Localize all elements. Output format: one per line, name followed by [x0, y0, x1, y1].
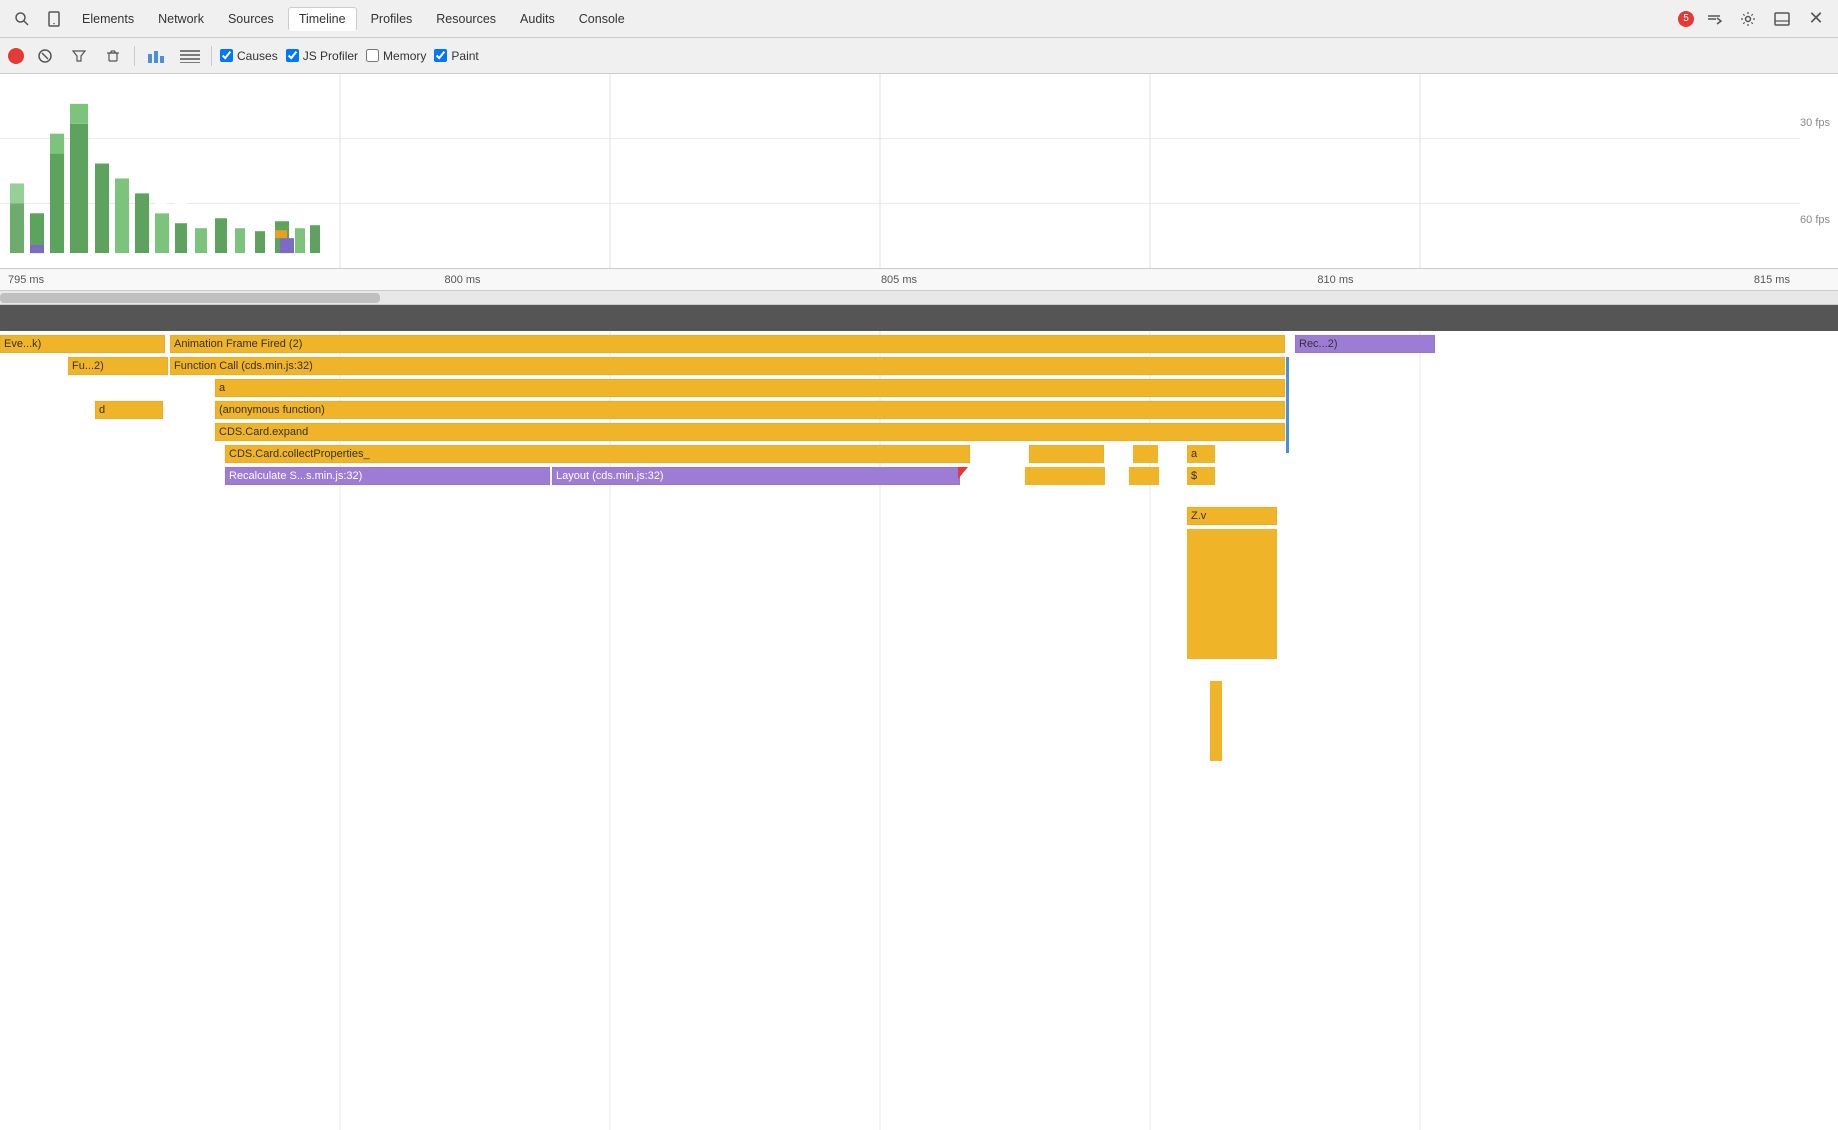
- svg-text:d: d: [99, 404, 105, 416]
- svg-text:Recalculate S...s.min.js:32): Recalculate S...s.min.js:32): [229, 470, 362, 482]
- time-marker-1: 800 ms: [444, 274, 480, 286]
- tab-elements[interactable]: Elements: [72, 8, 144, 30]
- timeline-header-bar: [0, 305, 1838, 331]
- svg-text:CDS.Card.collectProperties_: CDS.Card.collectProperties_: [229, 448, 370, 460]
- svg-text:Eve...k): Eve...k): [4, 338, 41, 350]
- svg-text:Rec...2): Rec...2): [1299, 338, 1338, 350]
- tab-sources[interactable]: Sources: [218, 8, 284, 30]
- time-marker-2: 805 ms: [881, 274, 917, 286]
- svg-text:$: $: [1191, 470, 1197, 482]
- nav-right: 5 ✕: [1678, 5, 1830, 33]
- timeline-chart: 30 fps 60 fps: [0, 74, 1838, 269]
- memory-checkbox[interactable]: Memory: [366, 49, 426, 63]
- tab-profiles[interactable]: Profiles: [361, 8, 423, 30]
- record-button[interactable]: [8, 48, 24, 64]
- toolbar: Causes JS Profiler Memory Paint: [0, 38, 1838, 74]
- bar-chart-icon[interactable]: [143, 43, 169, 69]
- svg-text:a: a: [1191, 448, 1198, 460]
- search-icon[interactable]: [8, 5, 36, 33]
- tab-audits[interactable]: Audits: [510, 8, 565, 30]
- scrollbar-area[interactable]: [0, 291, 1838, 305]
- causes-checkbox-input[interactable]: [220, 49, 233, 62]
- stop-button[interactable]: [32, 43, 58, 69]
- device-icon[interactable]: [40, 5, 68, 33]
- tab-network[interactable]: Network: [148, 8, 214, 30]
- svg-text:CDS.Card.expand: CDS.Card.expand: [219, 426, 308, 438]
- causes-label: Causes: [237, 49, 278, 63]
- paint-checkbox-input[interactable]: [434, 49, 447, 62]
- svg-text:Animation Frame Fired (2): Animation Frame Fired (2): [174, 338, 302, 350]
- svg-text:Layout (cds.min.js:32): Layout (cds.min.js:32): [556, 470, 664, 482]
- time-marker-3: 810 ms: [1317, 274, 1353, 286]
- paint-checkbox[interactable]: Paint: [434, 49, 478, 63]
- svg-text:Z.v: Z.v: [1191, 510, 1207, 522]
- toolbar-separator-1: [134, 46, 135, 66]
- devtools-nav: Elements Network Sources Timeline Profil…: [0, 0, 1838, 38]
- js-profiler-checkbox-input[interactable]: [286, 49, 299, 62]
- dock-icon[interactable]: [1768, 5, 1796, 33]
- timeline-svg: [0, 74, 1838, 268]
- svg-text:Function Call (cds.min.js:32): Function Call (cds.min.js:32): [174, 360, 313, 372]
- time-marker-4: 815 ms: [1754, 274, 1790, 286]
- close-icon[interactable]: ✕: [1802, 5, 1830, 33]
- tab-resources[interactable]: Resources: [426, 8, 506, 30]
- svg-text:Fu...2): Fu...2): [72, 360, 104, 372]
- tab-console[interactable]: Console: [569, 8, 635, 30]
- js-profiler-label: JS Profiler: [303, 49, 358, 63]
- filter-button[interactable]: [66, 43, 92, 69]
- tab-timeline[interactable]: Timeline: [288, 7, 357, 31]
- time-ruler: 795 ms 800 ms 805 ms 810 ms 815 ms: [0, 269, 1838, 291]
- flame-chart-svg: Eve...k) Animation Frame Fired (2) Rec..…: [0, 331, 1838, 1130]
- time-markers: 795 ms 800 ms 805 ms 810 ms 815 ms: [8, 274, 1830, 286]
- paint-label: Paint: [451, 49, 478, 63]
- trash-button[interactable]: [100, 43, 126, 69]
- memory-label: Memory: [383, 49, 426, 63]
- svg-text:a: a: [219, 382, 226, 394]
- causes-checkbox[interactable]: Causes: [220, 49, 278, 63]
- error-badge: 5: [1678, 11, 1694, 27]
- toolbar-separator-2: [211, 46, 212, 66]
- svg-text:(anonymous function): (anonymous function): [219, 404, 325, 416]
- js-profiler-checkbox[interactable]: JS Profiler: [286, 49, 358, 63]
- memory-checkbox-input[interactable]: [366, 49, 379, 62]
- execute-icon[interactable]: [1700, 5, 1728, 33]
- timeline-view-icon[interactable]: [177, 43, 203, 69]
- settings-icon[interactable]: [1734, 5, 1762, 33]
- flame-chart: Eve...k) Animation Frame Fired (2) Rec..…: [0, 331, 1838, 1130]
- time-marker-0: 795 ms: [8, 274, 44, 286]
